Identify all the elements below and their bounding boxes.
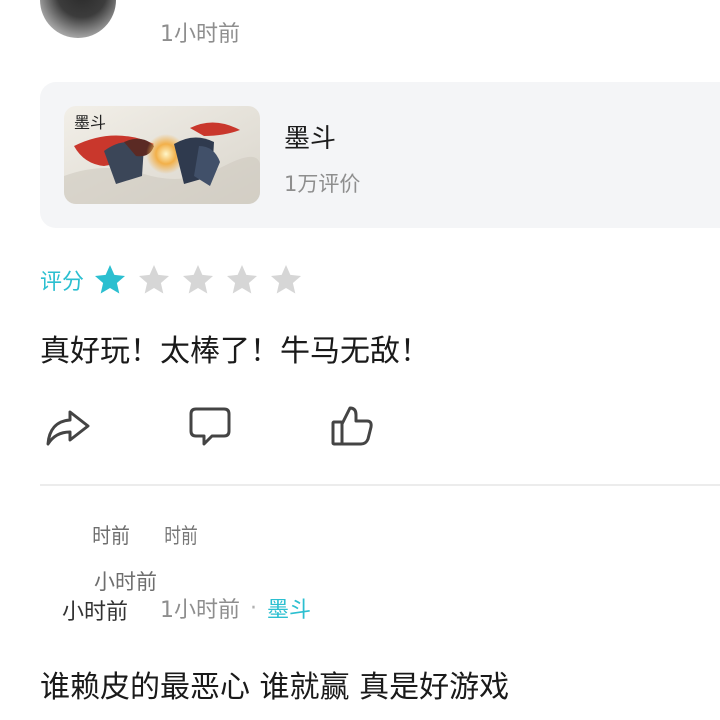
rating-label: 评分 [40,270,85,295]
star-empty-icon [271,265,302,294]
rating-stars [92,262,312,298]
review-text: 真好玩！太棒了！牛马无敌！ [40,334,430,369]
game-card[interactable]: 墨斗 墨斗 1万评价 [40,82,720,228]
star-filled-icon [95,265,126,294]
next-review-game-link[interactable]: 墨斗 [267,592,311,624]
separator-dot: · [250,595,257,621]
next-review-meta: 1小时前 · 墨斗 [160,592,311,624]
star-empty-icon [227,265,258,294]
smeared-text: 小时前 [94,570,157,594]
divider [40,484,720,486]
game-review-count: 1万评价 [284,172,361,196]
next-review-time: 1小时前 [160,598,240,623]
svg-text:墨斗: 墨斗 [74,113,106,132]
user-avatar[interactable] [40,0,116,38]
comment-icon[interactable] [186,402,234,450]
smeared-text: 时前 [164,524,198,548]
game-thumbnail: 墨斗 [64,106,260,204]
star-empty-icon [183,265,214,294]
rating-row: 评分 [40,262,312,298]
review-time: 1小时前 [160,22,240,47]
share-icon[interactable] [44,402,92,450]
smeared-text: 小时前 [62,600,129,625]
star-empty-icon [139,265,170,294]
game-name[interactable]: 墨斗 [284,118,336,155]
smeared-text: 时前 [92,524,130,548]
next-review-text: 谁赖皮的最恶心 谁就赢 真是好游戏 [40,670,510,705]
like-icon[interactable] [328,402,376,450]
